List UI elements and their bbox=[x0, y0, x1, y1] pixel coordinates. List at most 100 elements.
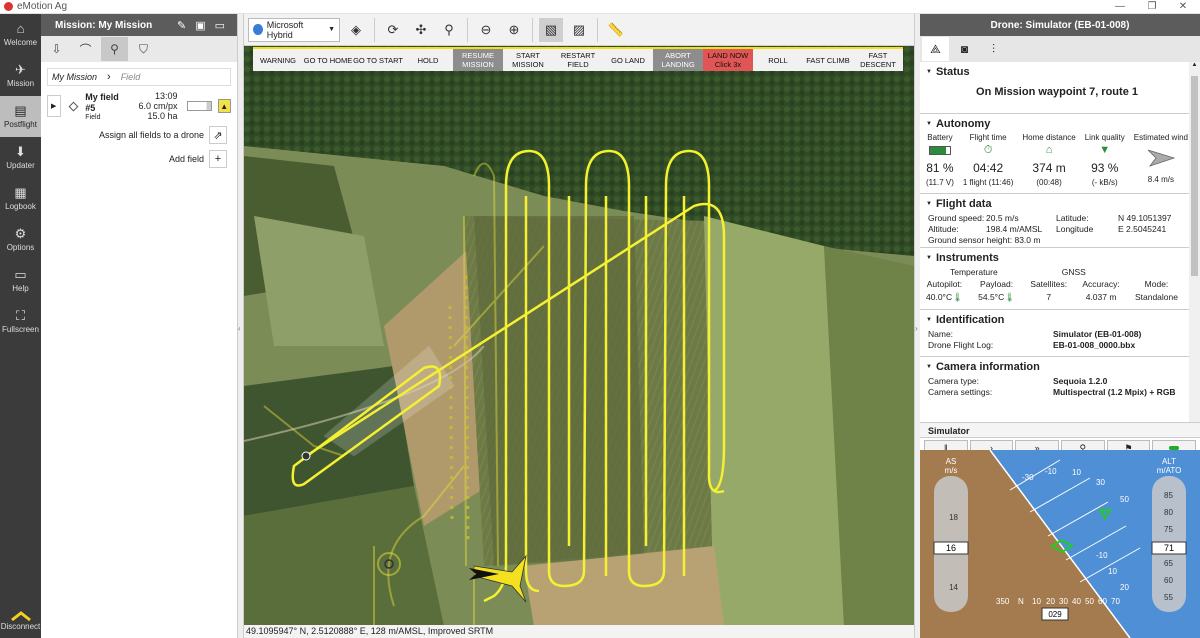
cmd-fast-descent-button[interactable]: FAST DESCENT bbox=[853, 49, 903, 71]
wind-readout: Estimated wind 8.4 m/s bbox=[1134, 133, 1188, 187]
measure-button[interactable]: 📏 bbox=[604, 18, 628, 42]
nav-welcome[interactable]: ⌂ Welcome bbox=[0, 14, 41, 55]
field-shape-icon bbox=[68, 101, 78, 111]
cmd-abort-landing-button[interactable]: ABORT LANDING bbox=[653, 49, 703, 71]
nav-help[interactable]: ▭ Help bbox=[0, 260, 41, 301]
upload-field-icon[interactable]: ▲ bbox=[217, 99, 232, 113]
camera-type-value: Sequoia 1.2.0 bbox=[1053, 376, 1108, 386]
nav-postflight[interactable]: ▤ Postflight bbox=[0, 96, 41, 137]
accuracy-value: 4.037 m bbox=[1085, 292, 1117, 302]
cmd-start-mission-button[interactable]: START MISSION bbox=[503, 49, 553, 71]
cmd-land-now-click-3x-button[interactable]: LAND NOW Click 3x bbox=[703, 49, 753, 71]
camera-type-label: Camera type: bbox=[928, 376, 980, 386]
scroll-up-icon[interactable]: ▲ bbox=[1189, 62, 1200, 73]
home-distance-value: 374 m bbox=[1032, 161, 1066, 175]
tab-waypoints[interactable]: ⚲ bbox=[101, 37, 128, 61]
drone-title: Drone: Simulator (EB-01-008) bbox=[990, 19, 1130, 31]
assign-drone-button[interactable]: ⇗ bbox=[209, 126, 227, 144]
cmd-hold-button[interactable]: HOLD bbox=[403, 49, 453, 71]
map-layer-select[interactable]: Microsoft Hybrid ▼ bbox=[248, 17, 340, 42]
breadcrumb-mission[interactable]: My Mission bbox=[52, 72, 97, 82]
locate-button[interactable]: ⚲ bbox=[437, 18, 461, 42]
home-icon: ⌂ bbox=[16, 21, 25, 36]
cmd-restart-field-button[interactable]: RESTART FIELD bbox=[553, 49, 603, 71]
fit-view-icon: ✣ bbox=[415, 21, 427, 37]
stopwatch-icon: ⏱ bbox=[983, 144, 993, 156]
home-distance-label: Home distance bbox=[1022, 133, 1076, 142]
pitch-label: -30 bbox=[1022, 473, 1034, 482]
scrollbar-thumb[interactable] bbox=[1191, 76, 1198, 276]
cmd-warning-button[interactable]: WARNING bbox=[253, 49, 303, 71]
cmd-fast-climb-button[interactable]: FAST CLIMB bbox=[803, 49, 853, 71]
battery-value: 81 % bbox=[926, 161, 954, 175]
cmd-resume-mission-button[interactable]: RESUME MISSION bbox=[453, 49, 503, 71]
collapse-icon[interactable]: ▼ bbox=[926, 69, 932, 75]
mission-tabs: ⇩ ⌒ ⚲ ⛉ bbox=[41, 36, 237, 62]
nav-label: Fullscreen bbox=[2, 325, 39, 334]
minimize-button[interactable]: — bbox=[1105, 0, 1135, 14]
collapse-icon[interactable]: ▼ bbox=[926, 364, 932, 370]
mission-header: Mission: My Mission ✎ ▣ ▭ bbox=[41, 14, 237, 36]
heading-tick: 40 bbox=[1072, 597, 1081, 606]
map-canvas[interactable] bbox=[244, 46, 914, 626]
close-button[interactable]: ✕ bbox=[1168, 0, 1198, 14]
collapse-icon[interactable]: ▼ bbox=[926, 121, 932, 127]
edit-icon[interactable]: ✎ bbox=[177, 19, 186, 32]
nav-options[interactable]: ⚙ Options bbox=[0, 219, 41, 260]
collapse-icon[interactable]: ▼ bbox=[926, 201, 932, 207]
nav-disconnect[interactable]: Disconnect bbox=[0, 602, 41, 638]
section-title: Instruments bbox=[935, 252, 999, 264]
restore-button[interactable]: ❐ bbox=[1137, 0, 1167, 14]
tab-takeoff[interactable]: ⌒ bbox=[72, 37, 99, 61]
expand-icon[interactable]: ▶ bbox=[47, 95, 61, 117]
fit-button[interactable]: ✣ bbox=[409, 18, 433, 42]
ground-speed-value: 20.5 m/s bbox=[986, 213, 1019, 223]
airspeed-tick: 14 bbox=[949, 583, 958, 592]
latitude-label: Latitude: bbox=[1056, 213, 1089, 223]
scrollbar[interactable]: ▲ bbox=[1189, 62, 1200, 422]
chevron-left-icon: ‹ bbox=[238, 324, 241, 333]
tab-plan[interactable]: ⇩ bbox=[43, 37, 70, 61]
chevron-down-icon: ▼ bbox=[328, 26, 335, 33]
field-list-item[interactable]: ▶ My field #5 Field 13:09 6.0 cm/px 15.0… bbox=[47, 91, 232, 121]
battery-icon bbox=[928, 144, 951, 158]
identification-section: ▼ Identification Name: Simulator (EB-01-0… bbox=[920, 309, 1200, 352]
nav-logbook[interactable]: ▦ Logbook bbox=[0, 178, 41, 219]
tab-settings[interactable]: ⫶ bbox=[980, 37, 1007, 61]
cmd-go-to-home-button[interactable]: GO TO HOME bbox=[303, 49, 353, 71]
zoom-in-button[interactable]: ⊕ bbox=[502, 18, 526, 42]
zoom-out-button[interactable]: ⊖ bbox=[474, 18, 498, 42]
photo-overlay-button[interactable]: ▨ bbox=[567, 18, 591, 42]
attitude-indicator: -30 -10 10 30 50 -10 10 20 AS m/s 18 14 … bbox=[920, 450, 1200, 638]
cmd-go-land-button[interactable]: GO LAND bbox=[603, 49, 653, 71]
map-view[interactable]: Microsoft Hybrid ▼ ◈ ⟳ ✣ ⚲ ⊖ ⊕ ▧ ▨ 📏 WAR… bbox=[244, 14, 914, 638]
drone-info-scroll[interactable]: ▲ ▼ Status On Mission waypoint 7, route 1… bbox=[920, 62, 1200, 422]
home-distance-time: (00:48) bbox=[1036, 178, 1062, 187]
field-name: My field #5 bbox=[85, 91, 119, 113]
nav-mission[interactable]: ✈ Mission bbox=[0, 55, 41, 96]
save-icon[interactable]: ▣ bbox=[195, 19, 205, 32]
accuracy-label: Accuracy: bbox=[1082, 279, 1120, 289]
breadcrumb-field[interactable]: Field bbox=[121, 72, 141, 82]
nav-updater[interactable]: ⬇ Updater bbox=[0, 137, 41, 178]
flight-log-value: EB-01-008_0000.bbx bbox=[1053, 340, 1136, 350]
nav-fullscreen[interactable]: ⛶ Fullscreen bbox=[0, 301, 41, 342]
cmd-roll-button[interactable]: ROLL bbox=[753, 49, 803, 71]
collapse-icon[interactable]: ▼ bbox=[926, 255, 932, 261]
tab-camera[interactable]: ◙ bbox=[951, 37, 978, 61]
pitch-label: 50 bbox=[1120, 495, 1129, 504]
disconnect-icon bbox=[10, 610, 31, 621]
field-overlay-button[interactable]: ▧ bbox=[539, 17, 563, 42]
tab-safety[interactable]: ⛉ bbox=[130, 37, 157, 61]
field-area: 15.0 ha bbox=[147, 111, 178, 121]
drone-header: Drone: Simulator (EB-01-008) bbox=[920, 14, 1200, 36]
rotate-button[interactable]: ⟳ bbox=[381, 18, 405, 42]
collapse-icon[interactable]: ▼ bbox=[926, 317, 932, 323]
layers-button[interactable]: ◈ bbox=[344, 18, 368, 42]
add-field-button[interactable]: + bbox=[209, 150, 227, 168]
battery-label: Battery bbox=[927, 133, 953, 142]
folder-icon[interactable]: ▭ bbox=[215, 19, 225, 32]
altitude-value: 71 bbox=[1164, 543, 1174, 553]
tab-flight[interactable]: ⟁ bbox=[922, 37, 949, 61]
cmd-go-to-start-button[interactable]: GO TO START bbox=[353, 49, 403, 71]
